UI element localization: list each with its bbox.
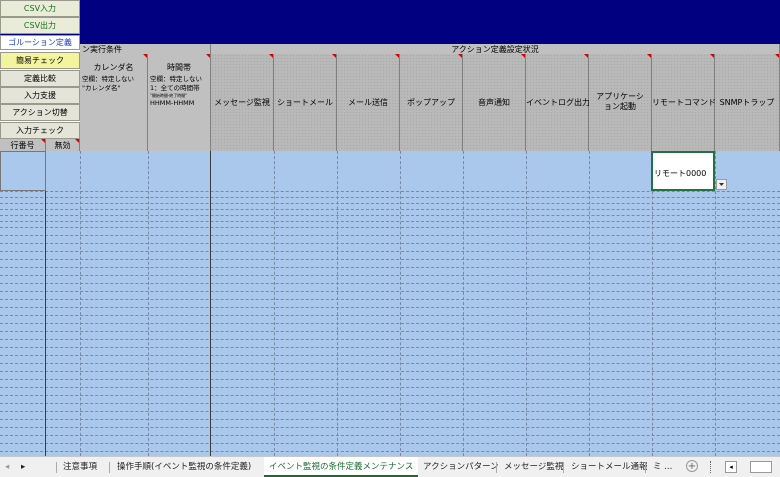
sheet-tab[interactable]: 注意事項 [58, 457, 102, 477]
horizontal-scrollbar[interactable] [750, 461, 772, 473]
csv-import-button[interactable]: CSV入力 [0, 0, 80, 17]
timezone-column-header[interactable]: 時間帯 空欄：特定しない 1：全ての時間帯 "開始時間-終了時間" HHMM-H… [148, 54, 211, 151]
timezone-desc-line: HHMM-HHMM [150, 99, 195, 107]
sheet-tab[interactable]: 操作手順(イベント監視の条件定義) [112, 457, 256, 477]
timezone-desc-line: 空欄：特定しない [150, 75, 202, 83]
action-header-message-monitor[interactable]: メッセージ監視 [211, 54, 274, 151]
action-header-remote-command[interactable]: リモートコマンド [652, 54, 716, 151]
tab-splitter[interactable] [710, 461, 713, 473]
action-header-short-mail[interactable]: ショートメール [274, 54, 337, 151]
action-header-voice[interactable]: 音声通知 [463, 54, 526, 151]
action-header-app-launch[interactable]: アプリケーション起動 [589, 54, 652, 151]
input-check-button[interactable]: 入力チェック [0, 122, 80, 139]
arrow-right-icon[interactable]: ▸ [16, 457, 30, 477]
data-grid[interactable]: リモート0000 [0, 151, 780, 456]
exec-conditions-header: ン実行条件 [80, 44, 211, 54]
scroll-left-icon[interactable]: ◂ [725, 461, 737, 473]
top-banner [0, 0, 780, 44]
calendar-desc-line: "カレンダ名" [82, 84, 121, 92]
disabled-header[interactable]: 無効 [46, 139, 80, 151]
add-sheet-icon[interactable]: + [686, 460, 698, 472]
sheet-tab-bar: ◂ ▸ 注意事項 操作手順(イベント監視の条件定義) イベント監視の条件定義メン… [0, 456, 780, 477]
definition-compare-button[interactable]: 定義比較 [0, 70, 80, 87]
selected-cell[interactable]: リモート0000 [651, 151, 715, 191]
sheet-tab[interactable]: アクションパターン [418, 457, 504, 477]
csv-export-button[interactable]: CSV出力 [0, 17, 80, 34]
simple-check-button[interactable]: 簡易チェック [0, 52, 80, 69]
chevron-down-icon[interactable] [716, 179, 727, 190]
calendar-column-header[interactable]: カレンダ名 空欄：特定しない "カレンダ名" [80, 54, 148, 151]
calendar-desc-line: 空欄：特定しない [82, 75, 134, 83]
sheet-tab[interactable]: ミ ... [648, 457, 677, 477]
row-number-header[interactable]: 行番号 [0, 139, 46, 151]
selected-cell-value: リモート0000 [654, 169, 707, 178]
action-header-snmp-trap[interactable]: SNMPトラップ [715, 54, 780, 151]
action-settings-header: アクション定義設定状況 [211, 44, 780, 54]
arrow-left-icon[interactable]: ◂ [0, 457, 14, 477]
solution-definition-button[interactable]: ゴルーション定義 [0, 35, 80, 50]
action-header-eventlog[interactable]: イベントログ出力 [526, 54, 590, 151]
timezone-desc-line: 1：全ての時間帯 [150, 84, 200, 92]
sheet-tab[interactable]: ショートメール通報 [566, 457, 653, 477]
action-toggle-button[interactable]: アクション切替 [0, 104, 80, 121]
action-header-popup[interactable]: ポップアップ [400, 54, 463, 151]
sheet-tab[interactable]: メッセージ監視 [499, 457, 568, 477]
input-assist-button[interactable]: 入力支援 [0, 87, 80, 104]
row-number-cell[interactable] [0, 151, 46, 191]
sheet-tab-active[interactable]: イベント監視の条件定義メンテナンス [264, 457, 419, 477]
action-header-mail-send[interactable]: メール送信 [337, 54, 400, 151]
